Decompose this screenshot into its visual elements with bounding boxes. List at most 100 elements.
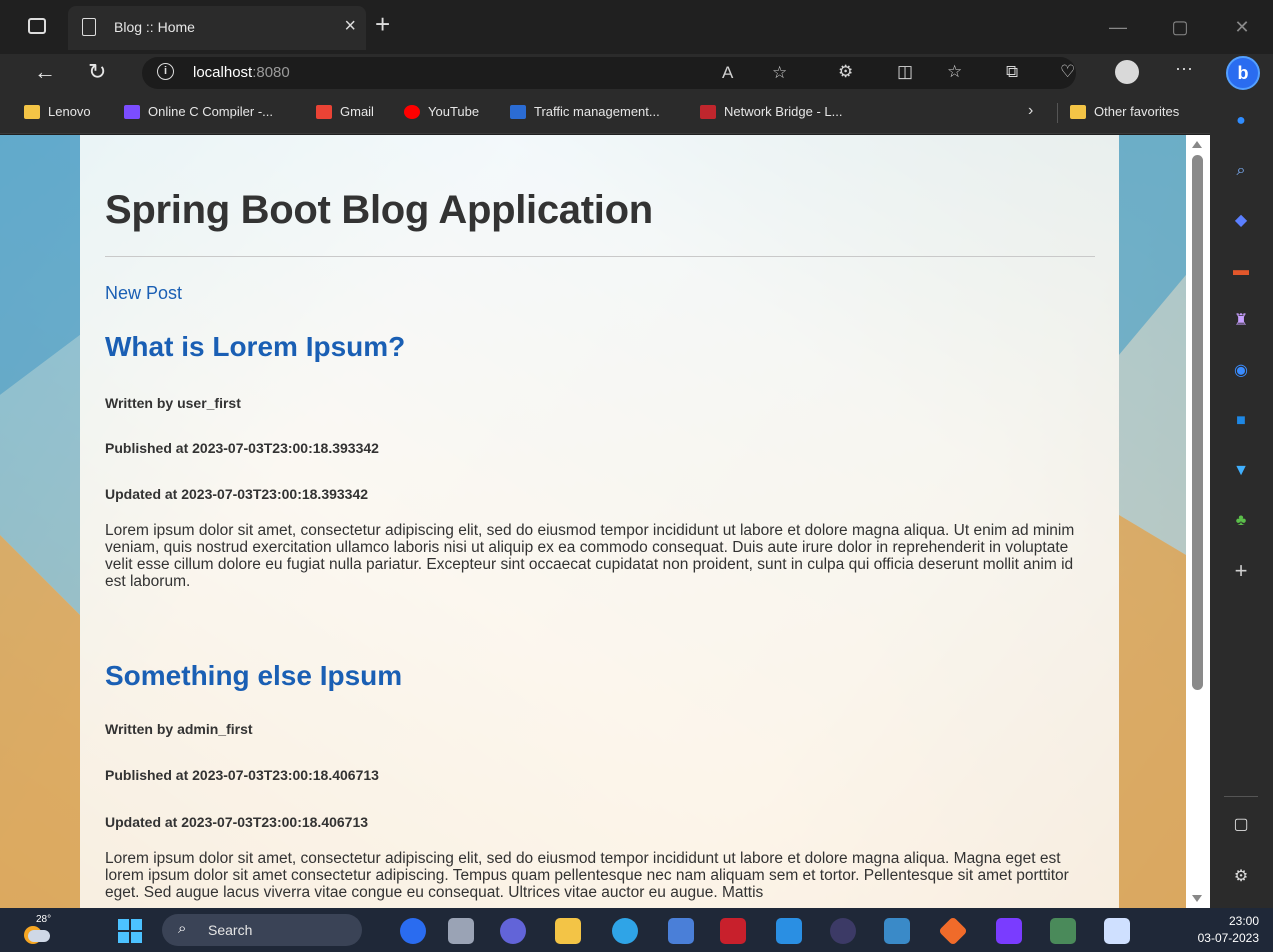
git-icon[interactable]	[938, 916, 968, 946]
favorite-label: Online C Compiler -...	[148, 104, 273, 119]
page-icon	[82, 18, 96, 36]
site-icon	[700, 104, 716, 119]
page-title: Spring Boot Blog Application	[105, 188, 653, 232]
edge-sidebar: ● ⌕ ◆ ▬ ♜ ◉ ■ ▼ ♣ + ▢ ⚙	[1210, 92, 1273, 908]
bg-poly	[1119, 515, 1186, 908]
tools-briefcase-icon[interactable]: ▬	[1230, 260, 1252, 282]
app-icon[interactable]	[1050, 918, 1076, 944]
add-sidebar-app-icon[interactable]: +	[1230, 560, 1252, 582]
title-divider	[105, 256, 1095, 257]
url-text[interactable]: localhost:8080	[193, 64, 290, 81]
outlook-icon[interactable]: ■	[1230, 410, 1252, 432]
post-body: Lorem ipsum dolor sit amet, consectetur …	[105, 850, 1069, 901]
tab-title: Blog :: Home	[114, 19, 195, 35]
extensions-icon[interactable]: ⚙	[838, 62, 853, 82]
tab-actions-icon[interactable]	[28, 18, 46, 34]
favorite-label: Lenovo	[48, 104, 91, 119]
minimize-button[interactable]: —	[1087, 0, 1149, 54]
active-tab[interactable]: Blog :: Home ×	[68, 6, 366, 50]
favorite-label: YouTube	[428, 104, 480, 119]
task-view-icon[interactable]	[448, 918, 474, 944]
blog-container: Spring Boot Blog Application New Post Wh…	[80, 135, 1119, 908]
weather-widget[interactable]: 28°	[22, 914, 52, 944]
settings-gear-icon[interactable]: ⚙	[1230, 866, 1252, 888]
favorites-bar: Lenovo Online C Compiler -... Gmail YouT…	[0, 92, 1210, 134]
notifications-bell-icon[interactable]: ●	[1230, 110, 1252, 132]
read-aloud-icon[interactable]: A	[722, 63, 733, 83]
favorite-label: Gmail	[340, 104, 374, 119]
restore-button[interactable]: ▢	[1149, 0, 1211, 54]
bing-app-icon[interactable]	[400, 918, 426, 944]
intellij-icon[interactable]	[996, 918, 1022, 944]
app-icon[interactable]	[884, 918, 910, 944]
folder-icon	[24, 104, 40, 119]
favorite-label: Traffic management...	[534, 104, 660, 119]
scroll-up-arrow-icon[interactable]	[1192, 141, 1202, 148]
drop-icon[interactable]: ▼	[1230, 460, 1252, 482]
favorite-label: Other favorites	[1094, 104, 1180, 119]
page-scrollbar[interactable]	[1186, 135, 1210, 908]
bing-chat-icon[interactable]: b	[1226, 56, 1260, 90]
post-updated: Updated at 2023-07-03T23:00:18.406713	[105, 814, 369, 830]
scroll-down-arrow-icon[interactable]	[1192, 895, 1202, 902]
refresh-icon[interactable]: ↻	[88, 59, 106, 85]
tab-close-button[interactable]: ×	[344, 15, 356, 38]
favorites-overflow-chevron-icon[interactable]: ›	[1028, 102, 1033, 120]
app-icon[interactable]	[1104, 918, 1130, 944]
shopping-tag-icon[interactable]: ◆	[1230, 210, 1252, 232]
split-screen-icon[interactable]: ◫	[897, 62, 913, 82]
bolt-icon	[124, 104, 140, 119]
teams-chat-icon[interactable]	[500, 918, 526, 944]
window-controls: — ▢ ✕	[1087, 0, 1273, 54]
store-icon[interactable]	[668, 918, 694, 944]
edge-icon[interactable]	[612, 918, 638, 944]
eclipse-icon[interactable]	[830, 918, 856, 944]
favorite-traffic-management[interactable]: Traffic management...	[510, 104, 660, 119]
start-tile	[131, 919, 142, 930]
folder-icon	[1070, 104, 1086, 119]
favorite-online-c-compiler[interactable]: Online C Compiler -...	[124, 104, 273, 119]
browser-essentials-icon[interactable]: ♡	[1060, 62, 1075, 82]
post-title-link[interactable]: What is Lorem Ipsum?	[105, 331, 405, 363]
hide-sidebar-icon[interactable]: ▢	[1230, 814, 1252, 836]
search-icon[interactable]: ⌕	[1230, 160, 1252, 182]
favorites-icon[interactable]: ☆	[947, 62, 962, 82]
youtube-icon	[404, 104, 420, 119]
more-menu-icon[interactable]: ···	[1175, 58, 1193, 79]
post-title-link[interactable]: Something else Ipsum	[105, 660, 402, 692]
favorite-other-favorites[interactable]: Other favorites	[1070, 104, 1179, 119]
start-button[interactable]	[118, 919, 142, 943]
taskbar-search[interactable]: ⌕ Search	[162, 914, 362, 946]
weather-temperature: 28°	[36, 914, 52, 925]
scrollbar-thumb[interactable]	[1192, 155, 1203, 690]
profile-avatar-icon[interactable]	[1115, 60, 1139, 84]
new-post-link[interactable]: New Post	[105, 283, 182, 304]
start-tile	[118, 932, 129, 943]
cloud-icon	[28, 930, 50, 942]
site-info-icon[interactable]: i	[157, 63, 174, 80]
games-icon[interactable]: ♜	[1230, 310, 1252, 332]
file-explorer-icon[interactable]	[555, 918, 581, 944]
new-tab-button[interactable]: +	[375, 9, 390, 40]
close-window-button[interactable]: ✕	[1211, 0, 1273, 54]
favorite-star-icon[interactable]: ☆	[772, 63, 787, 83]
vscode-icon[interactable]	[776, 918, 802, 944]
favorites-divider	[1057, 103, 1058, 123]
gmail-icon	[316, 104, 332, 119]
tab-strip: Blog :: Home × + — ▢ ✕	[0, 0, 1273, 54]
system-clock[interactable]: 23:00 03-07-2023	[1198, 913, 1259, 947]
tree-icon[interactable]: ♣	[1230, 510, 1252, 532]
favorite-gmail[interactable]: Gmail	[316, 104, 374, 119]
back-icon[interactable]: ←	[34, 59, 56, 85]
mcafee-icon[interactable]	[720, 918, 746, 944]
favorite-lenovo[interactable]: Lenovo	[24, 104, 91, 119]
microsoft-365-icon[interactable]: ◉	[1230, 360, 1252, 382]
post-published: Published at 2023-07-03T23:00:18.393342	[105, 440, 379, 456]
favorite-network-bridge[interactable]: Network Bridge - L...	[700, 104, 843, 119]
collections-icon[interactable]: ⧉	[1006, 62, 1018, 82]
url-port: :8080	[252, 64, 290, 81]
post-author: Written by admin_first	[105, 721, 253, 737]
address-bar[interactable]: i localhost:8080 A ☆	[142, 57, 1076, 89]
search-icon: ⌕	[178, 920, 187, 937]
favorite-youtube[interactable]: YouTube	[404, 104, 479, 119]
